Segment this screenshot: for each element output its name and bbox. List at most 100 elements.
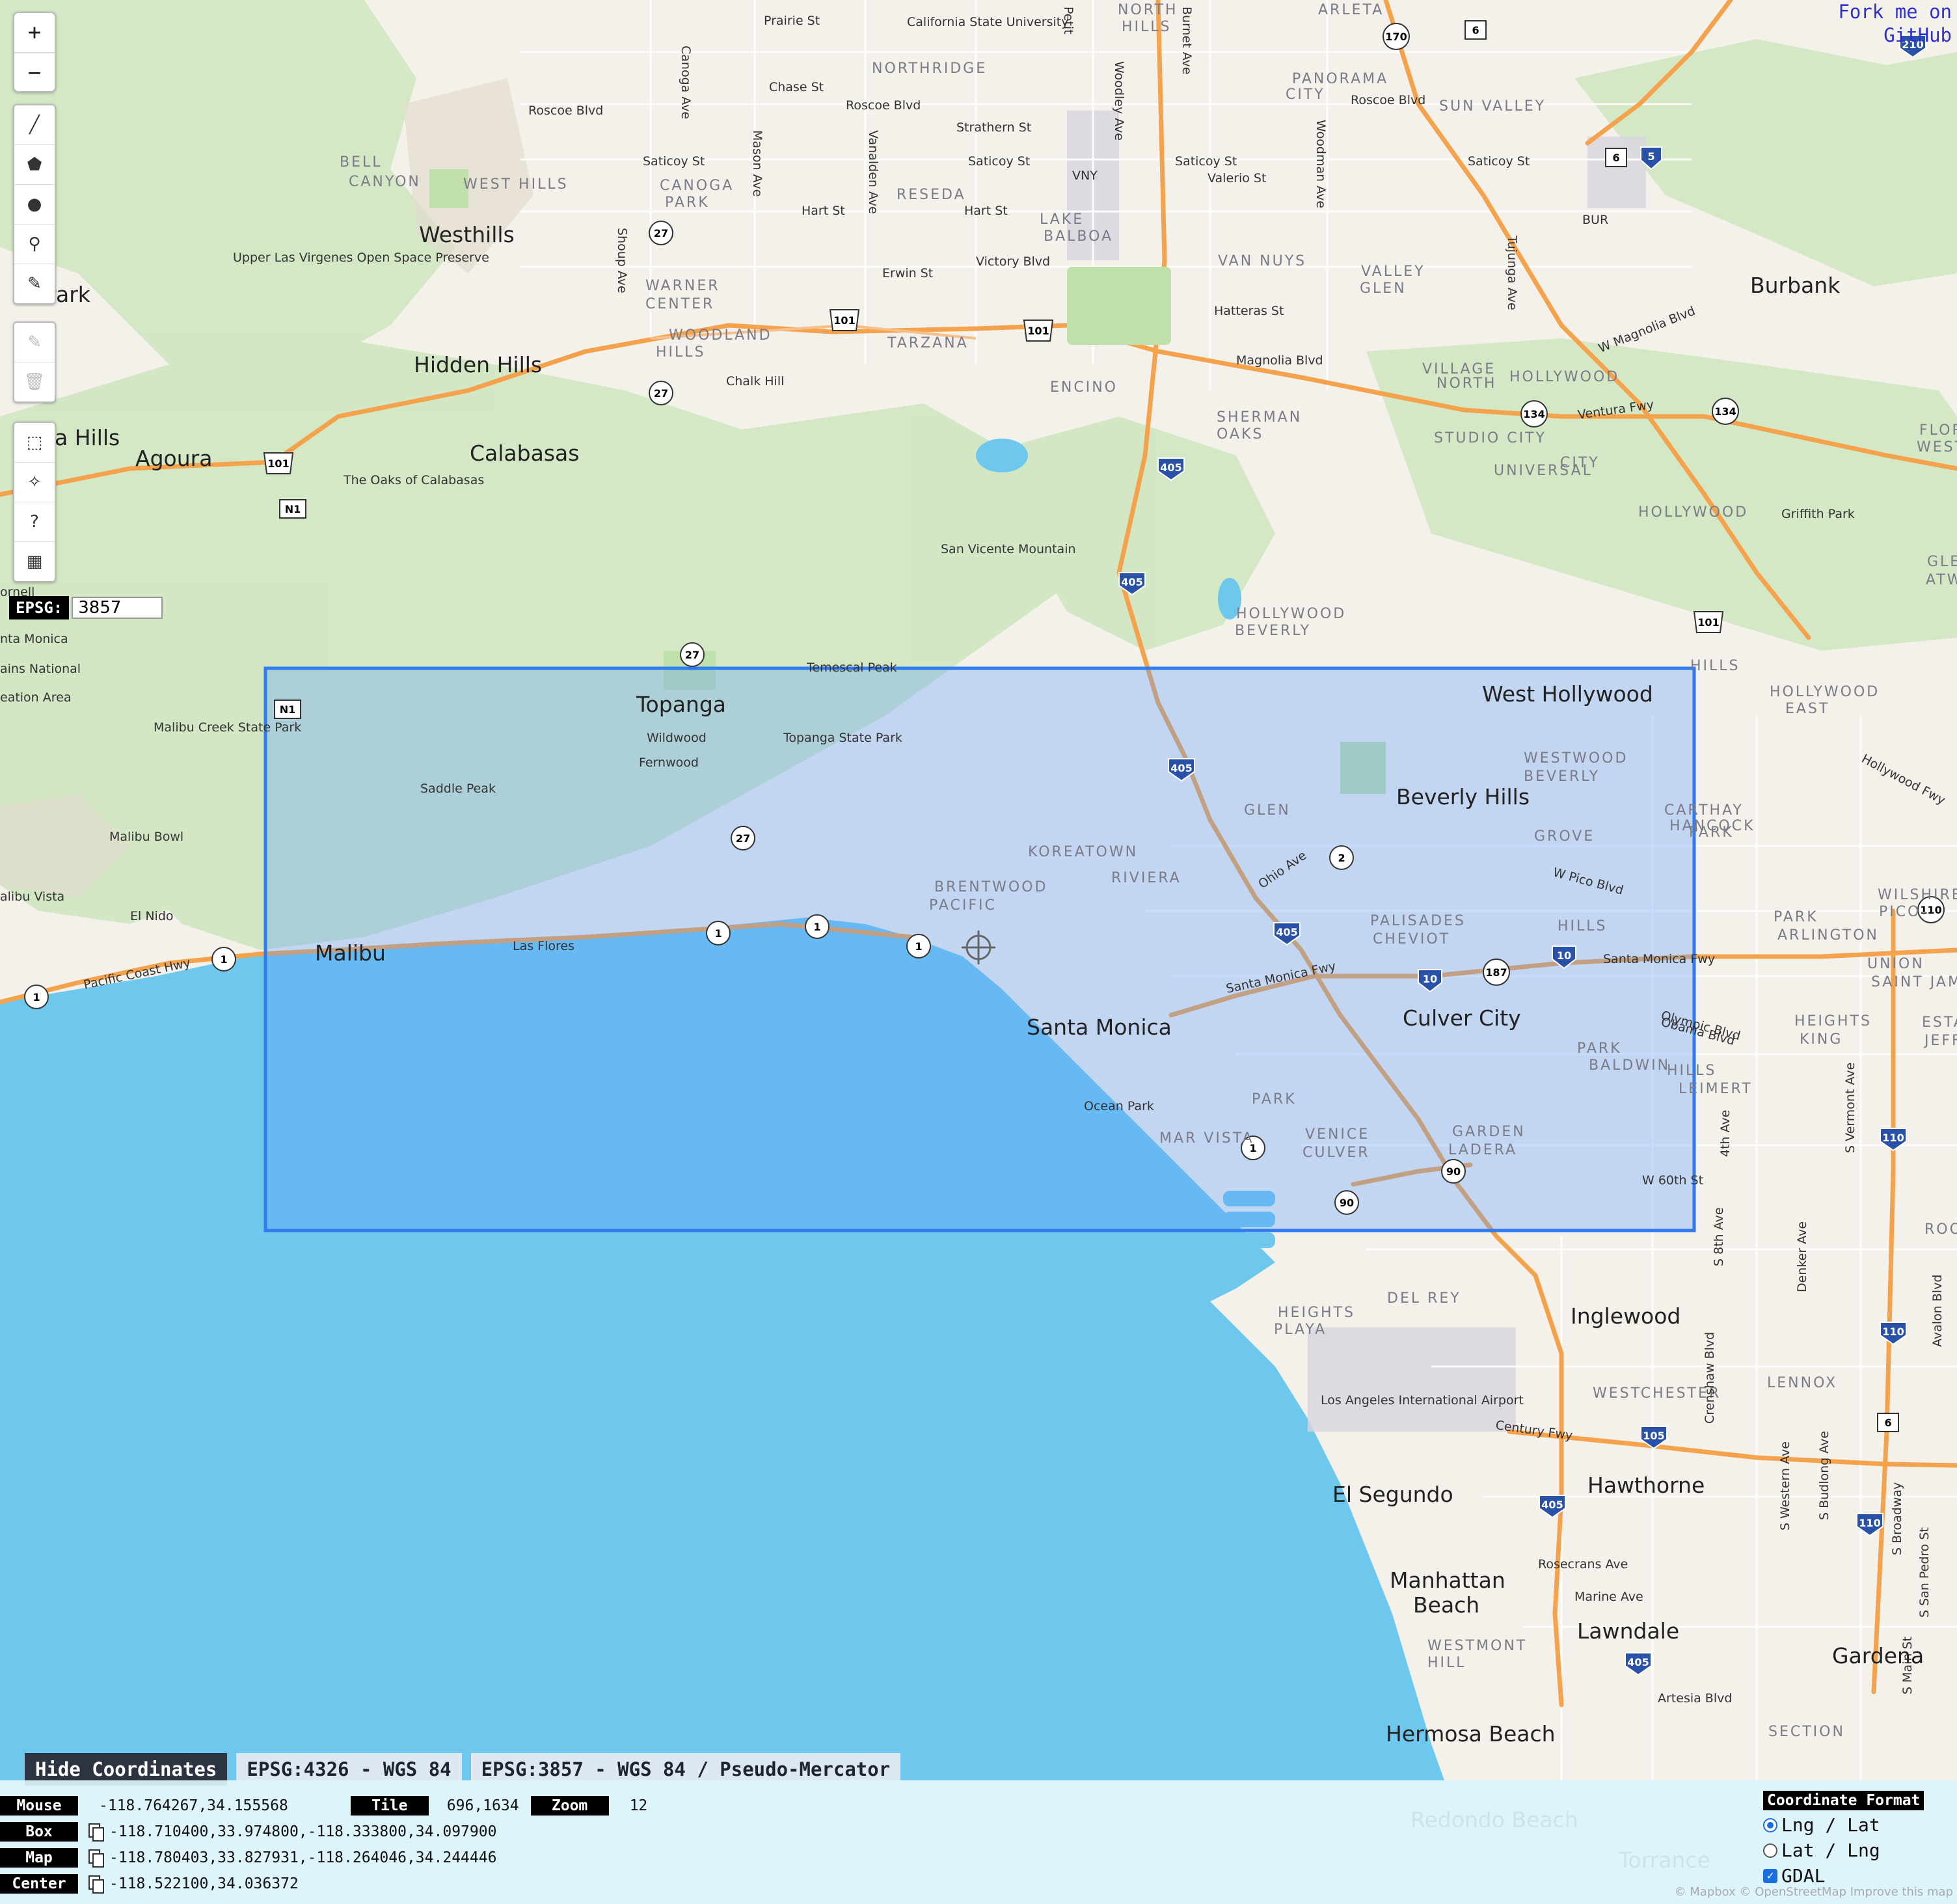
zoom-in-button[interactable]: + bbox=[14, 13, 55, 52]
neighborhood-label: WESTWOOD bbox=[1524, 750, 1628, 767]
street-label: Woodman Ave bbox=[1314, 120, 1328, 208]
format-gdal-option[interactable]: ✓ GDAL bbox=[1763, 1865, 1924, 1886]
map-canvas[interactable]: 170 27 27 27 27 1 1 1 1 1 1 2 187 90 90 … bbox=[0, 0, 1957, 1904]
gdal-label: GDAL bbox=[1781, 1865, 1826, 1886]
neighborhood-label: BRENTWOOD bbox=[934, 879, 1048, 895]
svg-text:2: 2 bbox=[1338, 852, 1345, 864]
neighborhood-label: HEIGHTS bbox=[1794, 1013, 1872, 1029]
github-line-1[interactable]: Fork me on bbox=[1838, 0, 1952, 23]
city-label: Burbank bbox=[1750, 273, 1841, 298]
github-line-2[interactable]: GitHub bbox=[1838, 23, 1952, 47]
format-latlng-option[interactable]: Lat / Lng bbox=[1763, 1840, 1924, 1861]
select-box-button[interactable]: ⬚ bbox=[14, 423, 55, 463]
help-icon: ? bbox=[30, 512, 39, 532]
neighborhood-label: SHERMAN bbox=[1217, 409, 1302, 426]
neighborhood-label: LAKE bbox=[1040, 211, 1084, 228]
neighborhood-label: PACIFIC bbox=[929, 897, 997, 914]
street-label: Malibu Bowl bbox=[109, 830, 183, 844]
street-label: California State University bbox=[907, 15, 1068, 29]
svg-text:110: 110 bbox=[1859, 1517, 1880, 1529]
street-label: Vanalden Ave bbox=[866, 130, 880, 214]
svg-text:101: 101 bbox=[267, 457, 289, 470]
svg-text:1: 1 bbox=[220, 953, 227, 966]
gdal-checkbox[interactable]: ✓ bbox=[1763, 1868, 1777, 1883]
draw-marker-button[interactable]: ⚲ bbox=[14, 224, 55, 264]
neighborhood-label: PANORAMA bbox=[1292, 71, 1388, 87]
neighborhood-label: RESEDA bbox=[897, 187, 966, 203]
neighborhood-label: BEVERLY bbox=[1524, 768, 1600, 785]
draw-polyline-button[interactable]: ╱ bbox=[14, 105, 55, 145]
street-label: Crenshaw Blvd bbox=[1703, 1332, 1717, 1424]
city-label: West Hollywood bbox=[1482, 681, 1653, 707]
neighborhood-label: HOLLYWOOD bbox=[1236, 606, 1346, 622]
neighborhood-label: JEFFERSO bbox=[1923, 1033, 1957, 1049]
svg-text:90: 90 bbox=[1446, 1165, 1461, 1178]
street-label: San Vicente Mountain bbox=[941, 542, 1076, 556]
latlng-radio[interactable] bbox=[1763, 1843, 1777, 1858]
street-label: S Broadway bbox=[1890, 1482, 1904, 1555]
city-label: El Segundo bbox=[1332, 1482, 1453, 1507]
draw-polygon-button[interactable]: ⬟ bbox=[14, 145, 55, 185]
copy-map-icon[interactable] bbox=[88, 1849, 104, 1868]
neighborhood-label: DEL REY bbox=[1387, 1290, 1461, 1307]
neighborhood-label: HILLS bbox=[1667, 1063, 1717, 1079]
edit-layers-button[interactable]: ✎ bbox=[14, 264, 55, 303]
city-label: Beverly Hills bbox=[1396, 784, 1530, 809]
street-label: Ocean Park bbox=[1084, 1099, 1154, 1113]
neighborhood-label: PARK bbox=[1252, 1091, 1297, 1108]
zoom-out-button[interactable]: − bbox=[14, 52, 55, 92]
svg-text:405: 405 bbox=[1170, 762, 1192, 774]
street-label: Erwin St bbox=[882, 266, 933, 280]
help-button[interactable]: ? bbox=[14, 502, 55, 542]
edit-button[interactable]: ✎ bbox=[14, 323, 55, 362]
delete-button[interactable]: 🗑 bbox=[14, 362, 55, 401]
neighborhood-label: ENCINO bbox=[1050, 379, 1118, 396]
street-label: Woodley Ave bbox=[1112, 61, 1126, 141]
neighborhood-label: CARTHAY bbox=[1664, 802, 1744, 819]
epsg-control: EPSG: bbox=[9, 596, 163, 619]
svg-text:10: 10 bbox=[1557, 949, 1571, 962]
svg-text:6: 6 bbox=[1612, 152, 1619, 164]
basemap[interactable]: 170 27 27 27 27 1 1 1 1 1 1 2 187 90 90 … bbox=[0, 0, 1957, 1904]
svg-text:N1: N1 bbox=[285, 503, 301, 515]
neighborhood-label: BALDWIN bbox=[1589, 1057, 1670, 1074]
draw-circle-button[interactable]: ● bbox=[14, 185, 55, 224]
coordinate-format-title: Coordinate Format bbox=[1763, 1791, 1924, 1810]
attribution[interactable]: © Mapbox © OpenStreetMap Improve this ma… bbox=[1675, 1885, 1953, 1899]
github-link[interactable]: Fork me on GitHub bbox=[1838, 0, 1952, 47]
lnglat-radio[interactable] bbox=[1763, 1817, 1777, 1832]
polyline-icon: ╱ bbox=[29, 115, 40, 135]
box-row: Box -118.710400,33.974800,-118.333800,34… bbox=[0, 1822, 496, 1842]
svg-text:1: 1 bbox=[714, 927, 722, 940]
copy-center-icon[interactable] bbox=[88, 1875, 104, 1894]
zoom-label: Zoom bbox=[530, 1796, 609, 1816]
grid-button[interactable]: ▦ bbox=[14, 542, 55, 581]
svg-text:1: 1 bbox=[813, 921, 820, 933]
neighborhood-label: LENNOX bbox=[1767, 1375, 1837, 1391]
epsg-input[interactable] bbox=[72, 597, 163, 619]
neighborhood-label: ARLETA bbox=[1318, 2, 1384, 18]
street-label: Griffith Park bbox=[1781, 507, 1855, 521]
neighborhood-label: PARK bbox=[1774, 909, 1818, 925]
street-label: Chalk Hill bbox=[726, 374, 784, 388]
street-label: Denker Ave bbox=[1795, 1221, 1809, 1292]
format-lnglat-option[interactable]: Lng / Lat bbox=[1763, 1814, 1924, 1836]
neighborhood-label: WOODLAND bbox=[669, 327, 772, 344]
svg-text:110: 110 bbox=[1882, 1326, 1904, 1338]
svg-text:405: 405 bbox=[1276, 926, 1297, 938]
svg-text:170: 170 bbox=[1385, 31, 1407, 43]
copy-box-icon[interactable] bbox=[88, 1823, 104, 1842]
svg-text:27: 27 bbox=[654, 227, 668, 239]
neighborhood-label: VALLEY bbox=[1361, 264, 1425, 280]
neighborhood-label: CHEVIOT bbox=[1373, 931, 1450, 947]
city-label: a Hills bbox=[55, 425, 120, 450]
neighborhood-label: HOLLYWOOD bbox=[1770, 684, 1880, 700]
satellite-button[interactable]: ✧ bbox=[14, 463, 55, 502]
neighborhood-label: STUDIO CITY bbox=[1434, 430, 1546, 446]
svg-text:27: 27 bbox=[685, 649, 699, 661]
coordinate-format: Coordinate Format Lng / Lat Lat / Lng ✓ … bbox=[1763, 1791, 1924, 1886]
svg-text:405: 405 bbox=[1160, 461, 1181, 474]
svg-text:134: 134 bbox=[1523, 408, 1545, 420]
polygon-icon: ⬟ bbox=[27, 155, 42, 174]
street-label: Roscoe Blvd bbox=[846, 98, 921, 113]
